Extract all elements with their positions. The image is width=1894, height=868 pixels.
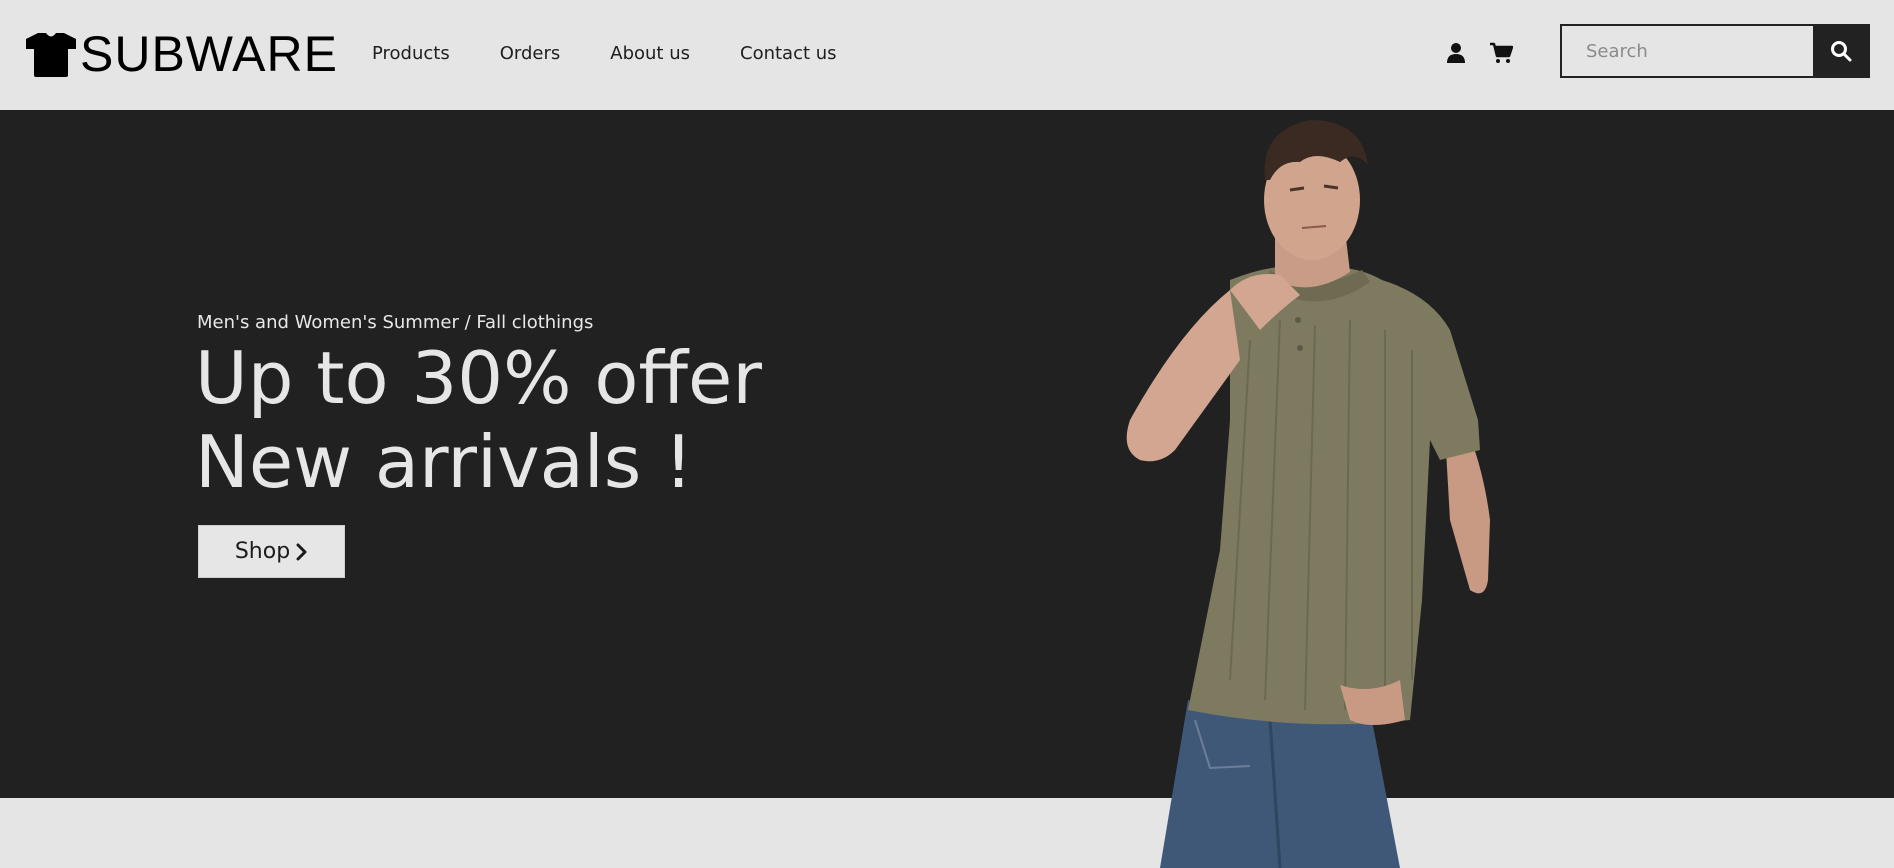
nav-products[interactable]: Products [372,40,450,68]
brand-logo[interactable]: SUBWARE [24,26,338,82]
shop-button[interactable]: Shop [198,525,345,578]
main-nav: Products Orders About us Contact us [372,40,887,68]
shop-button-label: Shop [234,539,291,564]
nav-contact-us[interactable]: Contact us [740,40,837,68]
user-icon[interactable] [1446,42,1466,64]
site-header: SUBWARE Products Orders About us Contact… [0,0,1894,110]
hero-headline: Up to 30% offer New arrivals ! [195,336,762,504]
cart-icon[interactable] [1489,42,1513,64]
search-input[interactable] [1562,26,1813,76]
nav-about-us[interactable]: About us [610,40,690,68]
hero-headline-line2: New arrivals ! [195,420,693,504]
hero-headline-line1: Up to 30% offer [195,336,762,420]
search-bar [1560,24,1870,78]
search-icon [1830,41,1851,62]
brand-name: SUBWARE [80,26,338,82]
search-button[interactable] [1813,26,1868,76]
chevron-right-icon [296,543,307,560]
hero-model-image [1126,120,1490,868]
hero-banner: Men's and Women's Summer / Fall clothing… [0,110,1894,798]
hero-kicker: Men's and Women's Summer / Fall clothing… [197,312,594,333]
nav-orders[interactable]: Orders [500,40,561,68]
tshirt-icon [26,33,76,77]
